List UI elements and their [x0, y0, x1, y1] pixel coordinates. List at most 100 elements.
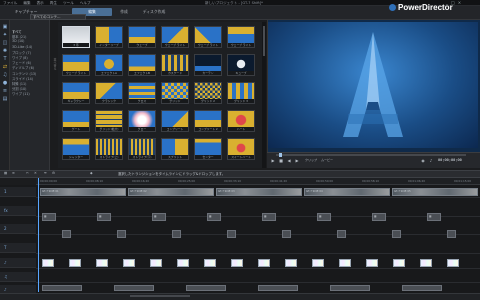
audio-clip[interactable]: [337, 230, 346, 238]
effect-clip[interactable]: [177, 259, 189, 267]
transition-tile[interactable]: センター: [194, 138, 222, 160]
music-clip[interactable]: [114, 285, 154, 291]
transition-tile[interactable]: ウェーブ: [128, 26, 156, 48]
tab-disc[interactable]: ディスク作成: [136, 8, 172, 16]
transition-tile[interactable]: ウェーブ ライト: [62, 54, 90, 76]
next-frame-icon[interactable]: ▶: [294, 158, 300, 163]
transition-tile[interactable]: インターリーブ: [95, 26, 123, 48]
transition-clip[interactable]: ▦: [152, 213, 166, 221]
prev-frame-icon[interactable]: ◀: [286, 158, 292, 163]
effect-clip[interactable]: [420, 259, 432, 267]
effect-clip[interactable]: [258, 259, 270, 267]
transition-clip[interactable]: ▦: [262, 213, 276, 221]
timeline-view-icon[interactable]: ≡: [12, 171, 15, 176]
library-scroll-thumb[interactable]: [263, 26, 265, 56]
library-filter-dropdown[interactable]: すべてのコンテ...: [30, 14, 86, 20]
transition-tile[interactable]: カスケード: [161, 54, 189, 76]
transition-clip[interactable]: ▦: [97, 213, 111, 221]
transition-tile[interactable]: スプリット: [161, 138, 189, 160]
tab-produce[interactable]: 作成: [116, 8, 132, 16]
trim-icon[interactable]: ⇹: [44, 171, 47, 176]
movie-mode-button[interactable]: ムービー: [320, 158, 334, 163]
transition-tile[interactable]: カーテン: [194, 54, 222, 76]
transition-tile[interactable]: キューブ: [227, 54, 255, 76]
video-clip[interactable]: GT-7 Shift 05: [392, 188, 478, 196]
delete-icon[interactable]: ✕: [34, 171, 37, 176]
effect-clip[interactable]: [312, 259, 324, 267]
split-icon[interactable]: ✂: [26, 171, 29, 176]
transition-tile[interactable]: 3 帯: [62, 26, 90, 48]
sort-label[interactable]: 並べ替え: [52, 58, 57, 98]
category-item[interactable]: ワイプ (11): [12, 91, 30, 96]
transition-tile[interactable]: グリッド 2: [194, 82, 222, 104]
effect-clip[interactable]: [150, 259, 162, 267]
transition-tile[interactable]: クラシック: [95, 82, 123, 104]
clip-mode-button[interactable]: クリップ: [304, 158, 318, 163]
effect-clip[interactable]: [123, 259, 135, 267]
transition-tile[interactable]: ストライプ(下): [128, 138, 156, 160]
music-clip[interactable]: [42, 285, 82, 291]
transition-tile[interactable]: コンプリート: [161, 110, 189, 132]
transition-tile[interactable]: ウェーブ ライト: [227, 26, 255, 48]
transition-clip[interactable]: ▦: [42, 213, 56, 221]
transition-tile[interactable]: ハート: [227, 110, 255, 132]
play-icon[interactable]: ▶: [270, 158, 276, 163]
transition-room-icon[interactable]: ⇄: [2, 64, 8, 70]
audio-clip[interactable]: [117, 230, 126, 238]
storyboard-view-icon[interactable]: ▦: [4, 171, 7, 176]
transition-clip[interactable]: ▦: [207, 213, 221, 221]
transition-tile[interactable]: スイートハート: [227, 138, 255, 160]
transition-tile[interactable]: ストライプ(上): [95, 138, 123, 160]
transition-clip[interactable]: ▦: [372, 213, 386, 221]
effect-clip[interactable]: [96, 259, 108, 267]
scrubber-knob[interactable]: [279, 153, 282, 157]
transition-tile[interactable]: グリッド 3: [227, 82, 255, 104]
effect-clip[interactable]: [285, 259, 297, 267]
title-room-icon[interactable]: T: [2, 56, 8, 62]
audio-clip[interactable]: [172, 230, 181, 238]
audio-clip[interactable]: [392, 230, 401, 238]
transition-tile[interactable]: シャッター: [62, 138, 90, 160]
transition-clip[interactable]: ▦: [317, 213, 331, 221]
effect-clip[interactable]: [42, 259, 54, 267]
voiceover-room-icon[interactable]: ●: [2, 80, 8, 86]
media-room-icon[interactable]: ▣: [2, 24, 8, 30]
transition-tile[interactable]: グリッド: [161, 82, 189, 104]
video-clip[interactable]: GT-7 Shift 01: [40, 188, 126, 196]
preview-scrubber[interactable]: [276, 154, 466, 156]
transition-tile[interactable]: エフェクトB: [128, 54, 156, 76]
subtitle-room-icon[interactable]: ▤: [2, 96, 8, 102]
music-clip[interactable]: [402, 285, 442, 291]
transition-tile[interactable]: エフェクトA: [95, 54, 123, 76]
snapshot-icon[interactable]: ◉: [420, 158, 426, 163]
timeline-zoom-slider[interactable]: [130, 295, 190, 297]
transition-tile[interactable]: グリッド(拡大): [95, 110, 123, 132]
audio-clip[interactable]: [62, 230, 71, 238]
video-clip[interactable]: GT-7 Shift 04: [304, 188, 390, 196]
audio-mix-room-icon[interactable]: ♫: [2, 72, 8, 78]
effect-clip[interactable]: [231, 259, 243, 267]
music-clip[interactable]: [258, 285, 298, 291]
transition-tile[interactable]: ウェーブ ライト: [194, 26, 222, 48]
transition-clip[interactable]: ▦: [427, 213, 441, 221]
audio-clip[interactable]: [447, 230, 456, 238]
effect-clip[interactable]: [69, 259, 81, 267]
effect-clip[interactable]: [204, 259, 216, 267]
fix-enhance-icon[interactable]: ⚙: [52, 171, 55, 176]
chapter-room-icon[interactable]: ≡: [2, 88, 8, 94]
transition-tile[interactable]: クロス: [128, 82, 156, 104]
effect-clip[interactable]: [447, 259, 459, 267]
effect-clip[interactable]: [393, 259, 405, 267]
close-icon[interactable]: ×: [458, 0, 461, 5]
video-clip[interactable]: GT-7 Shift 02: [128, 188, 214, 196]
music-clip[interactable]: [186, 285, 226, 291]
effect-clip[interactable]: [339, 259, 351, 267]
category-item[interactable]: 3D-Like (14): [12, 45, 32, 49]
transition-tile[interactable]: コンプリート 2: [194, 110, 222, 132]
audio-clip[interactable]: [282, 230, 291, 238]
transition-tile[interactable]: ゲート: [62, 110, 90, 132]
audio-clip[interactable]: [227, 230, 236, 238]
transition-tile[interactable]: ウェーブ ライト: [161, 26, 189, 48]
playhead[interactable]: [38, 178, 39, 292]
keyframe-icon[interactable]: ◆: [90, 171, 93, 176]
